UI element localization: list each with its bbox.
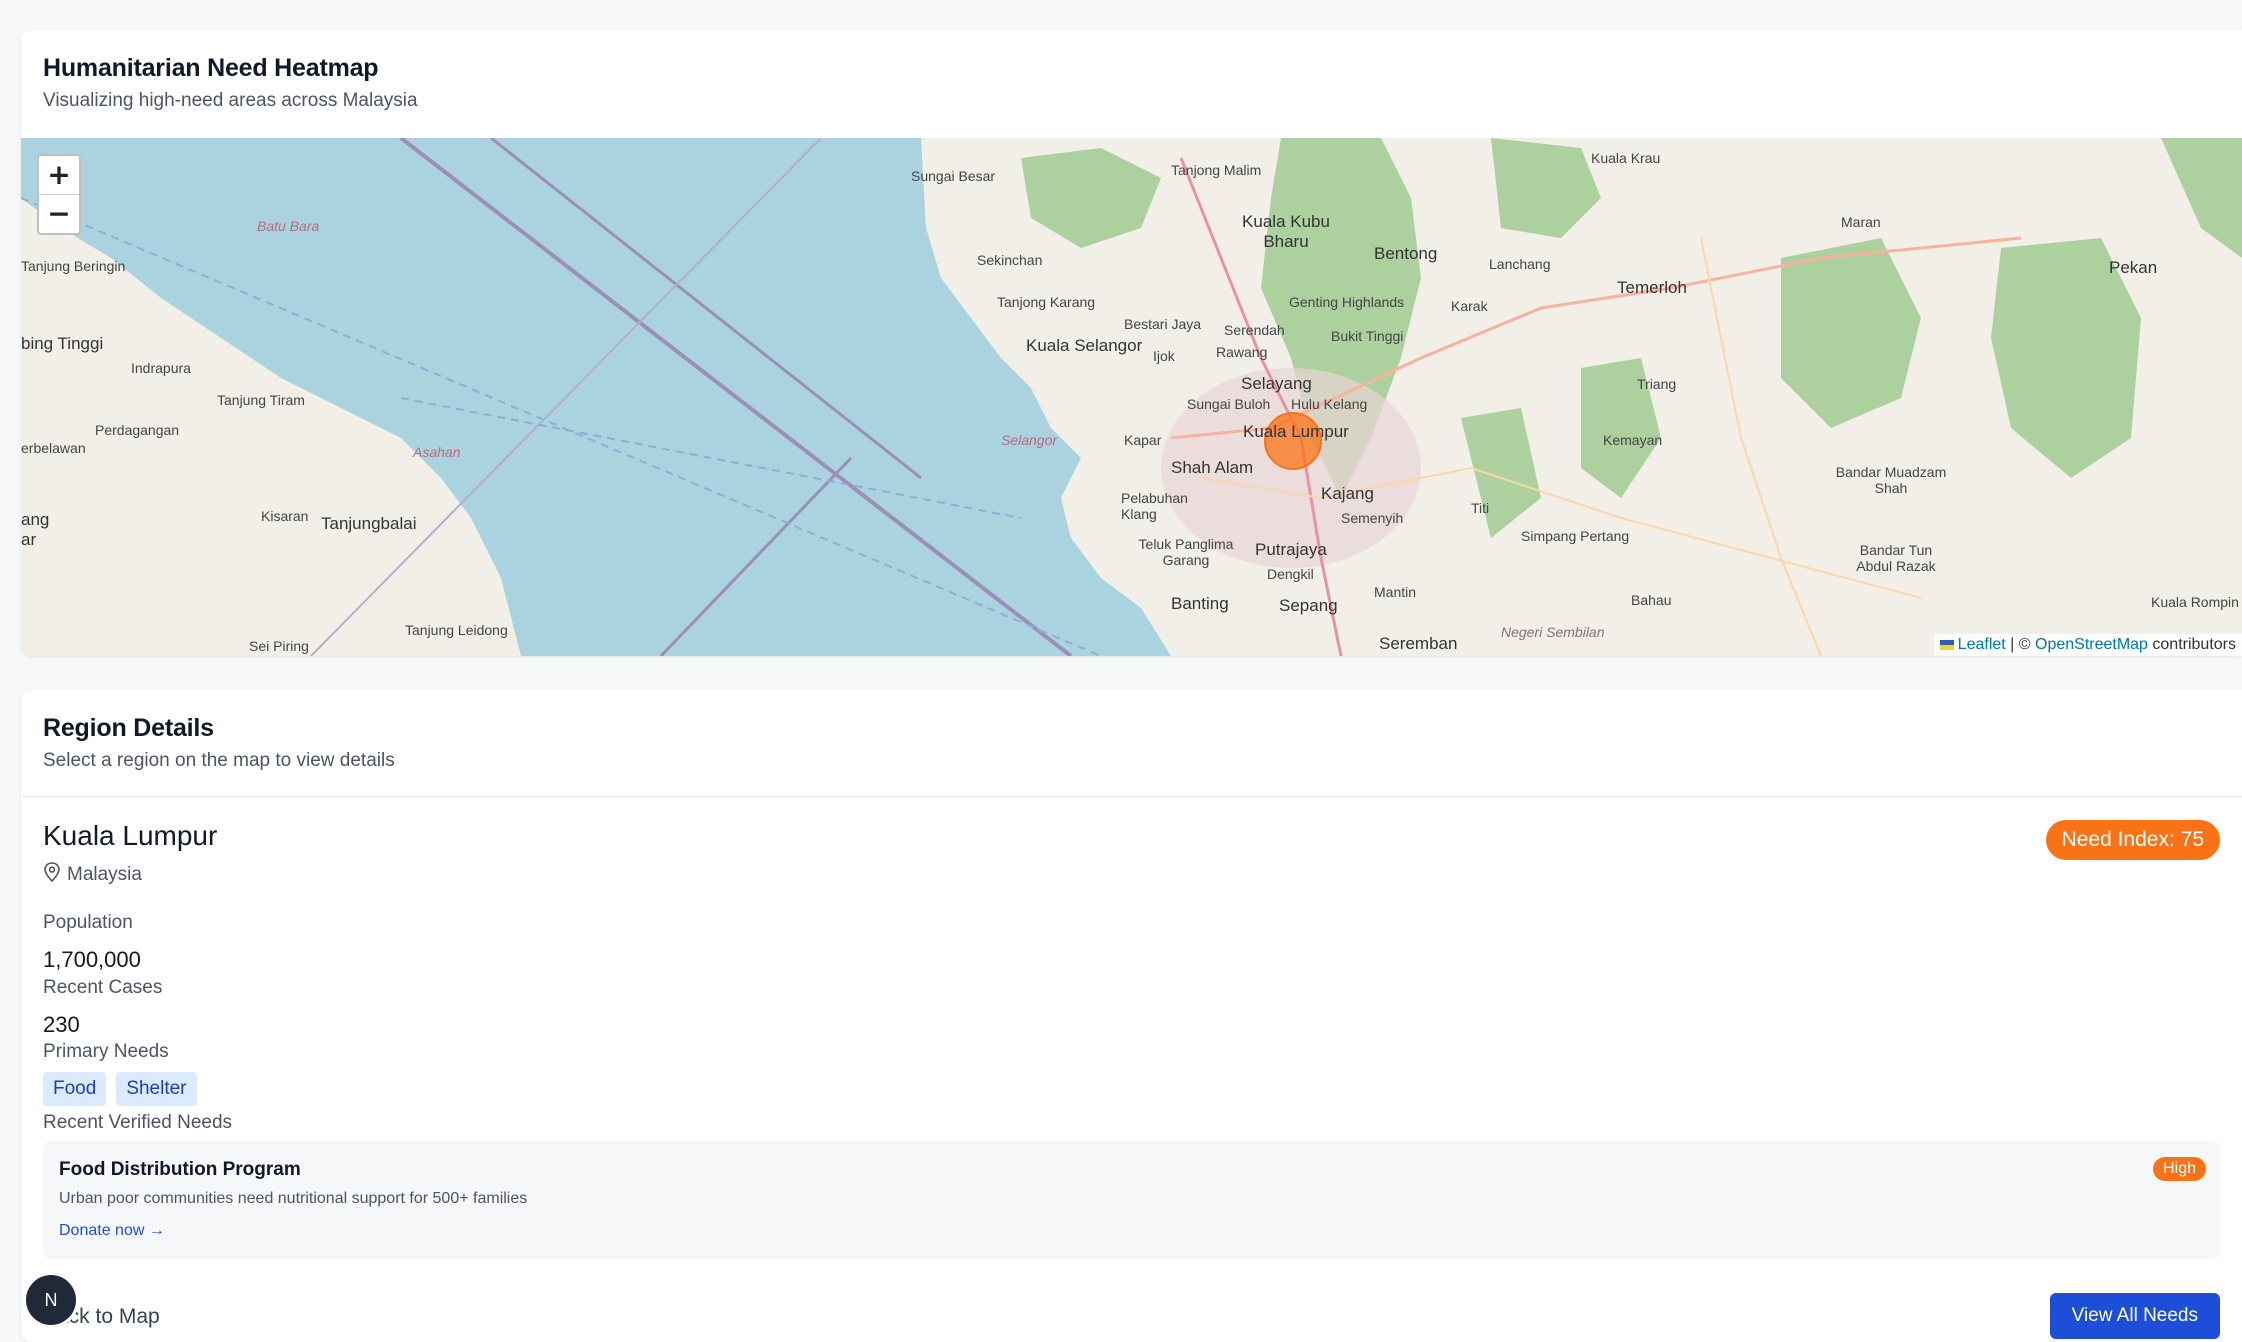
need-index-badge: Need Index: 75 bbox=[2045, 820, 2220, 860]
zoom-control: + − bbox=[37, 154, 81, 235]
label-kisaran: Kisaran bbox=[261, 508, 309, 524]
donate-now-link[interactable]: Donate now → bbox=[59, 1222, 165, 1240]
label-maran: Maran bbox=[1841, 214, 1881, 230]
recent-cases-value: 230 bbox=[43, 1012, 80, 1037]
attribution-separator: | © bbox=[2005, 636, 2035, 653]
label-temerloh: Temerloh bbox=[1617, 278, 1687, 297]
label-selayang: Selayang bbox=[1241, 374, 1312, 393]
priority-badge: High bbox=[2153, 1157, 2206, 1181]
population-value: 1,700,000 bbox=[43, 947, 141, 972]
region-details-subtitle: Select a region on the map to view detai… bbox=[43, 750, 395, 771]
label-teluk-panglima: Teluk Panglima Garang bbox=[1138, 536, 1234, 568]
map-attribution: Leaflet | © OpenStreetMap contributors bbox=[1933, 634, 2242, 656]
label-shah-alam: Shah Alam bbox=[1171, 458, 1254, 477]
ukraine-flag-icon bbox=[1939, 639, 1954, 650]
map-tiles bbox=[21, 138, 2242, 656]
label-lanchang: Lanchang bbox=[1489, 256, 1551, 272]
label-bandar-muadzam: Bandar Muadzam Shah bbox=[1835, 464, 1947, 496]
label-kuala-lumpur: Kuala Lumpur bbox=[1243, 422, 1349, 441]
divider bbox=[21, 796, 2242, 797]
label-kuala-kubu-bharu: Kuala Kubu Bharu bbox=[1242, 212, 1330, 251]
need-item-description: Urban poor communities need nutritional … bbox=[59, 1190, 528, 1207]
label-putrajaya: Putrajaya bbox=[1255, 540, 1327, 559]
label-kuala-selangor: Kuala Selangor bbox=[1026, 336, 1143, 355]
label-semenyih: Semenyih bbox=[1341, 510, 1404, 526]
need-tag-shelter: Shelter bbox=[116, 1072, 197, 1106]
label-ijok: Ijok bbox=[1153, 348, 1175, 364]
region-location: Malaysia bbox=[43, 862, 142, 888]
label-bing-tinggi: bing Tinggi bbox=[21, 334, 104, 353]
label-ar: ar bbox=[21, 530, 37, 549]
label-simpang-pertang: Simpang Pertang bbox=[1521, 528, 1630, 544]
need-item-title: Food Distribution Program bbox=[59, 1159, 301, 1180]
osm-link[interactable]: OpenStreetMap bbox=[2035, 636, 2148, 653]
label-titi: Titi bbox=[1471, 500, 1490, 516]
label-asahan: Asahan bbox=[413, 444, 461, 460]
label-erbelawan: erbelawan bbox=[21, 440, 86, 456]
recent-cases-label: Recent Cases bbox=[43, 977, 163, 998]
label-tanjung-beringin: Tanjung Beringin bbox=[21, 258, 126, 274]
label-dengkil: Dengkil bbox=[1267, 566, 1314, 582]
heatmap-subtitle: Visualizing high-need areas across Malay… bbox=[43, 90, 418, 111]
heatmap-title: Humanitarian Need Heatmap bbox=[43, 54, 379, 82]
primary-needs-label: Primary Needs bbox=[43, 1041, 169, 1062]
label-perdagangan: Perdagangan bbox=[95, 422, 180, 438]
attribution-suffix: contributors bbox=[2147, 636, 2236, 653]
label-bestari-jaya: Bestari Jaya bbox=[1124, 316, 1202, 332]
label-hulu-kelang: Hulu Kelang bbox=[1291, 396, 1368, 412]
region-name: Kuala Lumpur bbox=[43, 820, 218, 851]
label-bukit-tinggi: Bukit Tinggi bbox=[1331, 328, 1404, 344]
label-kuala-krau: Kuala Krau bbox=[1591, 150, 1661, 166]
label-bandar-tun: Bandar Tun Abdul Razak bbox=[1856, 542, 1936, 574]
leaflet-link[interactable]: Leaflet bbox=[1958, 636, 2006, 653]
label-triang: Triang bbox=[1637, 376, 1677, 392]
label-batu-bara: Batu Bara bbox=[257, 218, 320, 234]
label-sungai-buloh: Sungai Buloh bbox=[1187, 396, 1271, 412]
label-kuala-rompin: Kuala Rompin bbox=[2151, 594, 2239, 610]
zoom-in-button[interactable]: + bbox=[39, 156, 79, 194]
recent-verified-label: Recent Verified Needs bbox=[43, 1112, 233, 1133]
label-tanjong-karang: Tanjong Karang bbox=[997, 294, 1096, 310]
label-negeri-sembilan: Negeri Sembilan bbox=[1501, 624, 1605, 640]
label-ang: ang bbox=[21, 510, 50, 529]
zoom-out-button[interactable]: − bbox=[39, 194, 79, 233]
primary-needs-tags: Food Shelter bbox=[43, 1072, 197, 1106]
label-mantin: Mantin bbox=[1374, 584, 1417, 600]
need-tag-food: Food bbox=[43, 1072, 107, 1106]
label-tanjung-tiram: Tanjung Tiram bbox=[217, 392, 305, 408]
label-sungai-besar: Sungai Besar bbox=[911, 168, 996, 184]
label-selangor: Selangor bbox=[1001, 432, 1058, 448]
population-label: Population bbox=[43, 912, 133, 933]
label-tanjungbalai: Tanjungbalai bbox=[321, 514, 417, 533]
map-canvas[interactable]: Sungai Besar Tanjong Malim Kuala Kubu Bh… bbox=[21, 138, 2242, 656]
label-banting: Banting bbox=[1171, 594, 1229, 613]
label-indrapura: Indrapura bbox=[131, 360, 191, 376]
label-karak: Karak bbox=[1451, 298, 1488, 314]
map-pin-icon bbox=[43, 862, 61, 888]
label-pelabuhan-klang: Pelabuhan Klang bbox=[1121, 490, 1188, 522]
label-genting: Genting Highlands bbox=[1289, 294, 1405, 310]
label-bentong: Bentong bbox=[1374, 244, 1438, 263]
label-tanjung-leidong: Tanjung Leidong bbox=[405, 622, 508, 638]
label-sekinchan: Sekinchan bbox=[977, 252, 1043, 268]
label-serendah: Serendah bbox=[1224, 322, 1285, 338]
label-bahau: Bahau bbox=[1631, 592, 1672, 608]
heatmap-card: Humanitarian Need Heatmap Visualizing hi… bbox=[21, 30, 2242, 656]
label-kapar: Kapar bbox=[1124, 432, 1162, 448]
region-country: Malaysia bbox=[67, 864, 142, 885]
label-sepang: Sepang bbox=[1279, 596, 1338, 615]
region-details-title: Region Details bbox=[43, 714, 214, 742]
label-sei-piring: Sei Piring bbox=[249, 638, 309, 654]
user-avatar[interactable]: N bbox=[26, 1275, 76, 1325]
view-all-needs-button[interactable]: View All Needs bbox=[2049, 1293, 2220, 1339]
label-kajang: Kajang bbox=[1321, 484, 1374, 503]
label-tanjong-malim: Tanjong Malim bbox=[1171, 162, 1262, 178]
label-kemayan: Kemayan bbox=[1603, 432, 1663, 448]
verified-need-item: Food Distribution Program Urban poor com… bbox=[43, 1141, 2220, 1259]
label-seremban: Seremban bbox=[1379, 634, 1458, 653]
label-pekan: Pekan bbox=[2109, 258, 2158, 277]
label-rawang: Rawang bbox=[1216, 344, 1268, 360]
